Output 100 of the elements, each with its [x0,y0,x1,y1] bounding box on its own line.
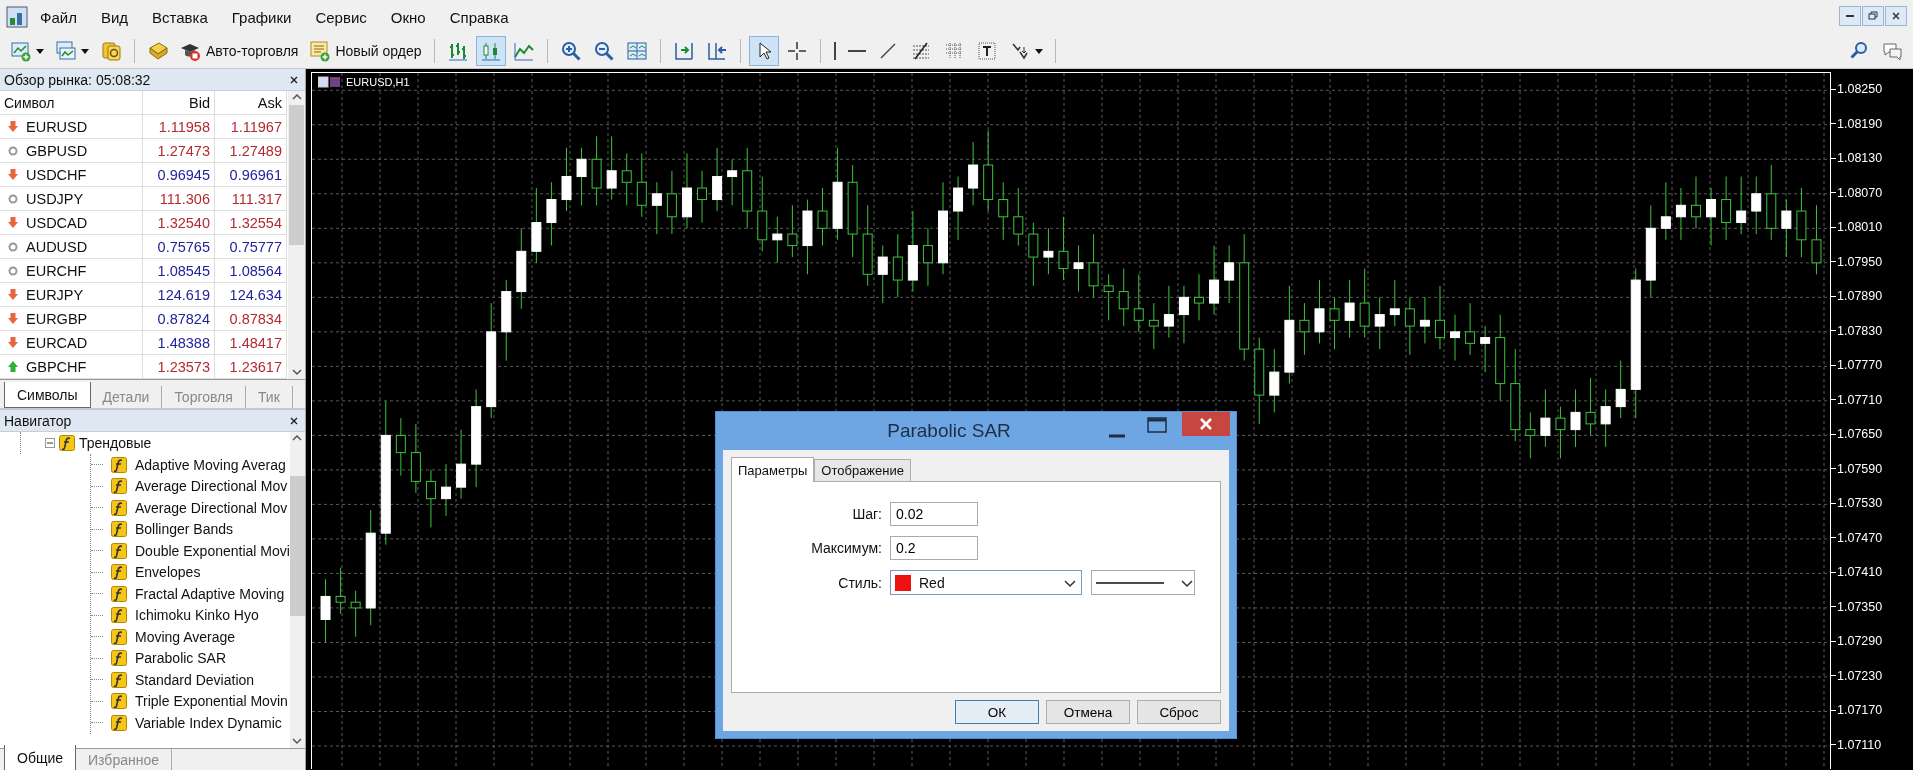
price-label: 1.07410 [1837,565,1883,580]
menu-item[interactable]: Вид [88,8,141,26]
menu-item[interactable]: Окно [378,8,438,26]
function-icon [111,456,127,473]
candlestick [1811,204,1822,275]
auto-trading-button[interactable]: Авто-торговля [176,36,303,66]
candlestick [1314,279,1325,344]
close-button[interactable] [289,74,299,85]
tree-item[interactable]: Double Exponential Movi [135,542,290,559]
candlestick [1480,325,1491,373]
symbol-cell: GBPUSD [26,142,88,159]
candlestick [1329,296,1340,350]
input-field[interactable]: 0.02 [890,502,978,526]
ask-cell: 1.48417 [215,331,287,355]
tree-item[interactable]: Average Directional Mov [135,478,288,495]
ask-cell: 0.87834 [215,307,287,331]
candlestick [1178,285,1189,344]
price-label: 1.08130 [1837,151,1883,166]
candlestick [1585,377,1596,436]
price-label: 1.08010 [1837,220,1883,235]
ask-cell: 1.11967 [215,115,287,139]
menu-item[interactable]: Справка [437,8,521,26]
menu-item[interactable]: Вставка [140,8,220,26]
candlestick-button[interactable] [475,36,506,66]
tree-item[interactable]: Moving Average [135,628,236,645]
scrollbar[interactable] [289,432,305,748]
tree-item[interactable]: Bollinger Bands [135,521,234,538]
candlestick [636,153,647,218]
new-order-button[interactable]: Новый ордер [305,36,426,66]
candlestick [576,147,587,206]
column-header[interactable]: Bid [143,91,215,115]
currency-flags-icon [318,76,340,88]
document-plus-icon [309,40,332,62]
candlestick [441,463,452,517]
function-icon [111,585,127,602]
tree-item[interactable]: Parabolic SAR [135,650,227,667]
tree-item[interactable]: Triple Exponential Movin [135,693,288,710]
dialog-tab[interactable]: Параметры [731,457,815,482]
bid-cell: 1.27473 [143,139,215,163]
caret-icon [81,48,89,54]
tree-item[interactable]: Трендовые [79,435,152,451]
tree-item[interactable]: Envelopes [135,564,201,581]
candlestick [1269,348,1280,413]
tree-item[interactable]: Adaptive Moving Averag [135,456,286,473]
close-button[interactable] [289,415,299,426]
candlestick [1088,233,1099,298]
candlestick [727,158,738,206]
panel-title: Обзор рынка: 05:08:32 [4,71,151,88]
price-label: 1.07110 [1837,737,1882,752]
minimize-button[interactable] [1839,6,1861,26]
scrollbar[interactable] [288,91,305,379]
dialog-title: Parabolic SAR [886,420,1012,442]
coins-icon [100,40,122,62]
close-button[interactable] [1885,6,1907,26]
price-label: 1.07290 [1837,634,1883,649]
menu-item[interactable]: Графики [219,8,304,26]
candlestick [1163,285,1174,339]
candlestick-icon [479,40,502,62]
candlestick [1706,187,1717,247]
dialog-tab[interactable]: Отображение [814,459,911,481]
menu-item[interactable]: Файл [28,8,89,26]
field-label: Стиль: [838,574,882,591]
candlestick [953,176,964,241]
column-header[interactable]: Ask [215,91,287,115]
autoscroll-icon [705,40,728,62]
cursor-button[interactable] [748,36,779,66]
dialog-button[interactable]: ОК [955,700,1039,724]
panel-tab[interactable]: Символы [4,382,91,408]
horizontal-line-icon [847,49,866,53]
tree-item[interactable]: Average Directional Mov [135,499,288,516]
tree-item[interactable]: Ichimoku Kinko Hyo [135,607,259,624]
color-dropdown[interactable]: Red [890,570,1082,595]
line-style-dropdown[interactable] [1091,570,1195,595]
menu-item[interactable]: Сервис [303,8,379,26]
collapse-icon[interactable] [45,438,55,448]
candlestick [787,204,798,258]
candlestick [1675,187,1686,241]
panel-tab[interactable]: Общие [4,745,77,770]
input-field[interactable]: 0.2 [890,536,978,560]
tree-item[interactable]: Variable Index Dynamic [135,714,282,731]
close-icon [1199,417,1213,431]
dialog-button[interactable]: Отмена [1046,700,1130,724]
candlestick [1540,388,1551,448]
candlestick [1299,302,1310,356]
candlestick [425,469,436,528]
dialog-button[interactable]: Сброс [1137,700,1221,724]
price-label: 1.08190 [1837,116,1883,131]
candlestick [1344,279,1355,339]
close-icon [289,415,299,426]
price-label: 1.07170 [1837,703,1883,718]
candlestick [1450,314,1461,362]
restore-button[interactable] [1862,6,1884,26]
bid-cell: 1.11958 [143,115,215,139]
column-header[interactable]: Символ [0,91,143,115]
tree-item[interactable]: Fractal Adaptive Moving [135,585,285,602]
price-label: 1.07770 [1837,358,1883,373]
line-chart-icon [512,40,535,62]
candlestick [1751,176,1762,235]
crosshair-icon [785,40,808,62]
tree-item[interactable]: Standard Deviation [135,671,255,688]
